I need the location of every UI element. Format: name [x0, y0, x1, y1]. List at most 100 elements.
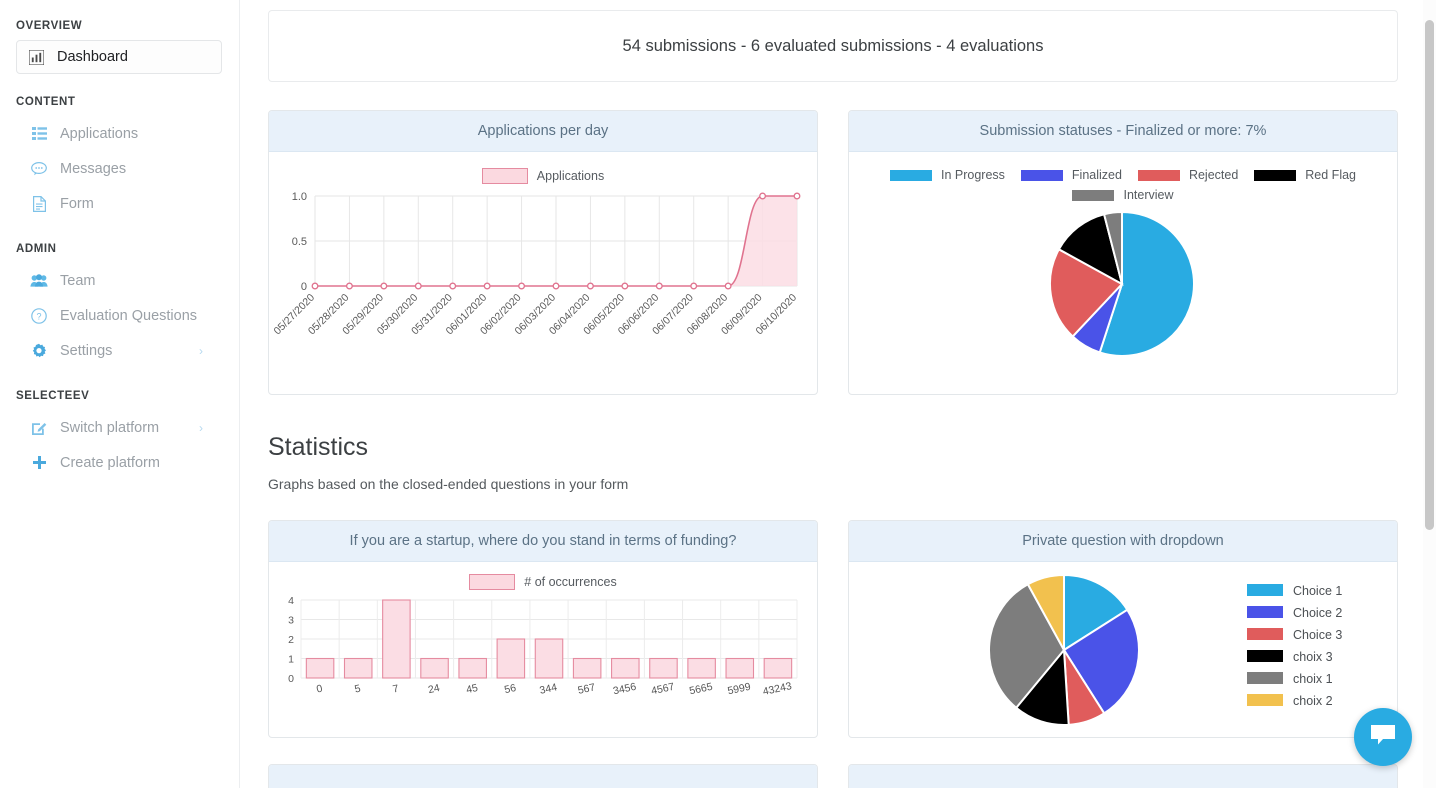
sidebar-item-dashboard[interactable]: Dashboard [16, 40, 222, 74]
legend-applications: Applications [269, 152, 817, 186]
svg-text:56: 56 [503, 682, 517, 696]
summary-text: 54 submissions - 6 evaluated submissions… [623, 37, 1044, 56]
sidebar-item-label-create-platform: Create platform [60, 455, 160, 471]
sidebar-section-selecteev: SELECTEEV Switch platform › Create platf… [0, 368, 239, 480]
sidebar-section-overview: OVERVIEW Dashboard [0, 14, 239, 74]
legend-item: Interview [1072, 188, 1173, 202]
panel-title-next-right [849, 765, 1397, 788]
legend-label: Finalized [1072, 168, 1122, 182]
legend-item: Applications [482, 168, 604, 184]
sidebar-item-team[interactable]: Team [0, 263, 239, 298]
scrollbar-thumb[interactable] [1425, 20, 1434, 530]
bar-chart-icon [29, 50, 44, 65]
list-icon [30, 127, 48, 140]
sidebar-item-evaluation-questions[interactable]: ? Evaluation Questions [0, 298, 239, 333]
svg-text:5999: 5999 [726, 681, 751, 698]
chart-submission-statuses[interactable]: In Progress Finalized Rejected Red Flag Inte… [849, 152, 1397, 394]
sidebar-item-messages[interactable]: Messages [0, 151, 239, 186]
chat-bubble-button[interactable] [1354, 708, 1412, 766]
sidebar-item-applications[interactable]: Applications [0, 116, 239, 151]
svg-text:Choice 2: Choice 2 [1293, 606, 1342, 620]
pie-dropdown-svg: Choice 1Choice 2Choice 3choix 3choix 1ch… [849, 562, 1395, 737]
sidebar-item-create-platform[interactable]: Create platform [0, 445, 239, 480]
svg-text:?: ? [36, 311, 41, 321]
bar-chart-svg: 0123405724455634456734564567566559994324… [269, 592, 815, 722]
sidebar-item-label-team: Team [60, 273, 95, 289]
legend-item: Finalized [1021, 168, 1122, 182]
svg-text:5665: 5665 [688, 681, 713, 698]
edit-icon [30, 420, 48, 436]
chart-private-question[interactable]: Choice 1Choice 2Choice 3choix 3choix 1ch… [849, 562, 1397, 737]
panel-title-private-question: Private question with dropdown [849, 521, 1397, 562]
panel-title-submission-statuses: Submission statuses - Finalized or more:… [849, 111, 1397, 152]
legend-label: Rejected [1189, 168, 1238, 182]
chevron-right-icon: › [199, 421, 203, 435]
legend-label-occurrences: # of occurrences [524, 575, 616, 589]
sidebar-section-title-content: CONTENT [0, 74, 239, 116]
panel-title-next-left [269, 765, 817, 788]
legend-item: # of occurrences [469, 574, 616, 590]
legend-swatch [890, 170, 932, 181]
legend-occurrences: # of occurrences [269, 562, 817, 592]
svg-text:4: 4 [288, 595, 294, 607]
charts-row-statistics: If you are a startup, where do you stand… [268, 520, 1398, 738]
panel-funding-question: If you are a startup, where do you stand… [268, 520, 818, 738]
sidebar-section-content: CONTENT Applications Messages Form [0, 74, 239, 221]
page-title: Statistics [268, 433, 1398, 462]
chart-applications-per-day[interactable]: Applications 00.51.005/27/202005/28/2020… [269, 152, 817, 394]
svg-text:344: 344 [539, 681, 559, 696]
svg-text:43243: 43243 [762, 680, 793, 698]
legend-submission-statuses: In Progress Finalized Rejected Red Flag Inte… [849, 152, 1397, 204]
chat-bubble-icon [1369, 723, 1397, 752]
sidebar-item-form[interactable]: Form [0, 186, 239, 221]
page-scrollbar[interactable] [1423, 0, 1436, 788]
svg-text:0.5: 0.5 [292, 236, 307, 248]
legend-swatch [1021, 170, 1063, 181]
svg-text:3: 3 [288, 615, 294, 627]
sidebar-item-label-messages: Messages [60, 161, 126, 177]
question-circle-icon: ? [30, 308, 48, 324]
panel-next-right [848, 764, 1398, 788]
sidebar-item-label-dashboard: Dashboard [57, 49, 128, 65]
page-subtitle: Graphs based on the closed-ended questio… [268, 476, 1398, 492]
plus-icon [30, 455, 48, 470]
main-content: 54 submissions - 6 evaluated submissions… [240, 0, 1440, 788]
sidebar-section-title-overview: OVERVIEW [0, 14, 239, 40]
charts-row-next [268, 764, 1398, 788]
svg-text:choix 2: choix 2 [1293, 694, 1333, 708]
legend-label: Red Flag [1305, 168, 1356, 182]
svg-text:0: 0 [301, 281, 307, 293]
sidebar-section-title-admin: ADMIN [0, 221, 239, 263]
svg-text:0: 0 [288, 673, 294, 685]
svg-text:choix 1: choix 1 [1293, 672, 1333, 686]
legend-item: In Progress [890, 168, 1005, 182]
line-chart-svg: 00.51.005/27/202005/28/202005/29/202005/… [269, 186, 815, 381]
sidebar-item-settings[interactable]: Settings › [0, 333, 239, 368]
svg-text:Choice 1: Choice 1 [1293, 584, 1342, 598]
svg-text:45: 45 [465, 682, 479, 696]
document-icon [30, 196, 48, 212]
sidebar-item-label-applications: Applications [60, 126, 138, 142]
svg-text:24: 24 [427, 682, 441, 696]
legend-item: Rejected [1138, 168, 1238, 182]
svg-text:4567: 4567 [650, 681, 675, 698]
sidebar-item-label-evaluation-questions: Evaluation Questions [60, 308, 197, 324]
sidebar-section-admin: ADMIN Team ? Evaluation Questions Settin… [0, 221, 239, 368]
svg-text:choix 3: choix 3 [1293, 650, 1333, 664]
legend-swatch-applications [482, 168, 528, 184]
svg-text:2: 2 [288, 634, 294, 646]
svg-text:1.0: 1.0 [292, 191, 307, 203]
panel-applications-per-day: Applications per day Applications 00.51.… [268, 110, 818, 395]
sidebar-section-title-selecteev: SELECTEEV [0, 368, 239, 410]
svg-text:567: 567 [577, 681, 597, 696]
sidebar-item-switch-platform[interactable]: Switch platform › [0, 410, 239, 445]
legend-swatch [1072, 190, 1114, 201]
chart-funding-question[interactable]: # of occurrences 01234057244556344567345… [269, 562, 817, 737]
legend-swatch [1254, 170, 1296, 181]
panel-title-funding-question: If you are a startup, where do you stand… [269, 521, 817, 562]
chat-icon [30, 162, 48, 176]
svg-text:5: 5 [354, 683, 362, 696]
summary-bar: 54 submissions - 6 evaluated submissions… [268, 10, 1398, 82]
sidebar-item-label-settings: Settings [60, 343, 112, 359]
legend-label: In Progress [941, 168, 1005, 182]
